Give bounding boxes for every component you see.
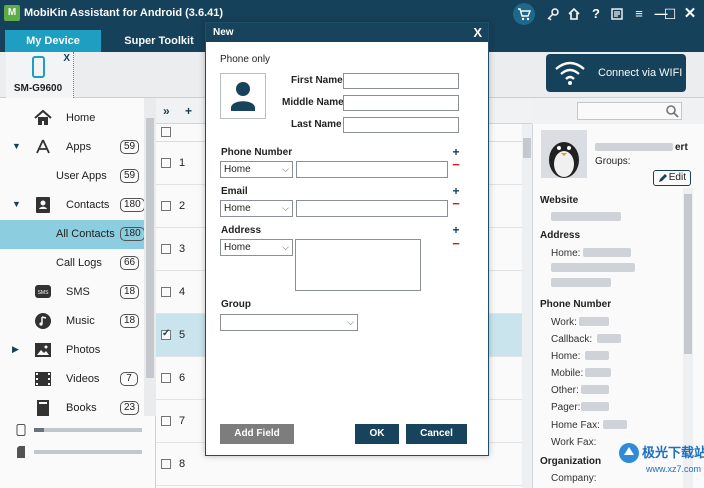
dialog-title-bar: New X <box>206 23 488 42</box>
watermark-url: www.xz7.com <box>646 464 702 474</box>
chevron-down-icon: ⌵ <box>347 317 354 327</box>
contact-photo[interactable] <box>220 73 266 119</box>
middle-name-label: Middle Name <box>282 97 344 108</box>
email-type-value: Home <box>224 203 251 214</box>
group-label: Group <box>221 299 251 310</box>
phone-number-label: Phone Number <box>221 147 293 158</box>
add-address-icon[interactable]: + <box>451 224 461 236</box>
watermark-logo-icon <box>619 443 639 463</box>
person-icon <box>231 82 255 111</box>
phone-number-input[interactable] <box>296 161 448 178</box>
address-type-value: Home <box>224 242 251 253</box>
remove-phone-icon[interactable]: − <box>451 158 461 171</box>
new-contact-dialog: New X Phone only First Name Middle Name … <box>205 22 489 456</box>
phone-type-select[interactable]: Home ⌵ <box>220 161 293 178</box>
chevron-down-icon: ⌵ <box>282 242 289 252</box>
dialog-close-button[interactable]: X <box>473 25 482 40</box>
cancel-button[interactable]: Cancel <box>406 424 467 444</box>
address-type-select[interactable]: Home ⌵ <box>220 239 293 256</box>
remove-address-icon[interactable]: − <box>451 237 461 250</box>
add-field-button[interactable]: Add Field <box>220 424 294 444</box>
email-type-select[interactable]: Home ⌵ <box>220 200 293 217</box>
watermark-text: 极光下载站 <box>642 445 704 460</box>
email-input[interactable] <box>296 200 448 217</box>
first-name-input[interactable] <box>343 73 459 89</box>
remove-email-icon[interactable]: − <box>451 197 461 210</box>
phone-only-label: Phone only <box>220 54 271 65</box>
address-label: Address <box>221 225 262 236</box>
last-name-input[interactable] <box>343 117 459 133</box>
watermark: 极光下载站 www.xz7.com <box>618 440 704 484</box>
dialog-title: New <box>213 27 234 38</box>
chevron-down-icon: ⌵ <box>282 203 289 213</box>
ok-button[interactable]: OK <box>355 424 399 444</box>
middle-name-input[interactable] <box>343 95 459 111</box>
add-phone-icon[interactable]: + <box>451 146 461 158</box>
first-name-label: First Name <box>291 75 343 86</box>
add-email-icon[interactable]: + <box>451 185 461 197</box>
chevron-down-icon: ⌵ <box>282 164 289 174</box>
email-label: Email <box>221 186 248 197</box>
last-name-label: Last Name <box>291 119 342 130</box>
phone-type-value: Home <box>224 164 251 175</box>
app-window: M MobiKin Assistant for Android (3.6.41)… <box>0 0 704 488</box>
group-select[interactable]: ⌵ <box>220 314 358 331</box>
address-textarea[interactable] <box>295 239 421 291</box>
